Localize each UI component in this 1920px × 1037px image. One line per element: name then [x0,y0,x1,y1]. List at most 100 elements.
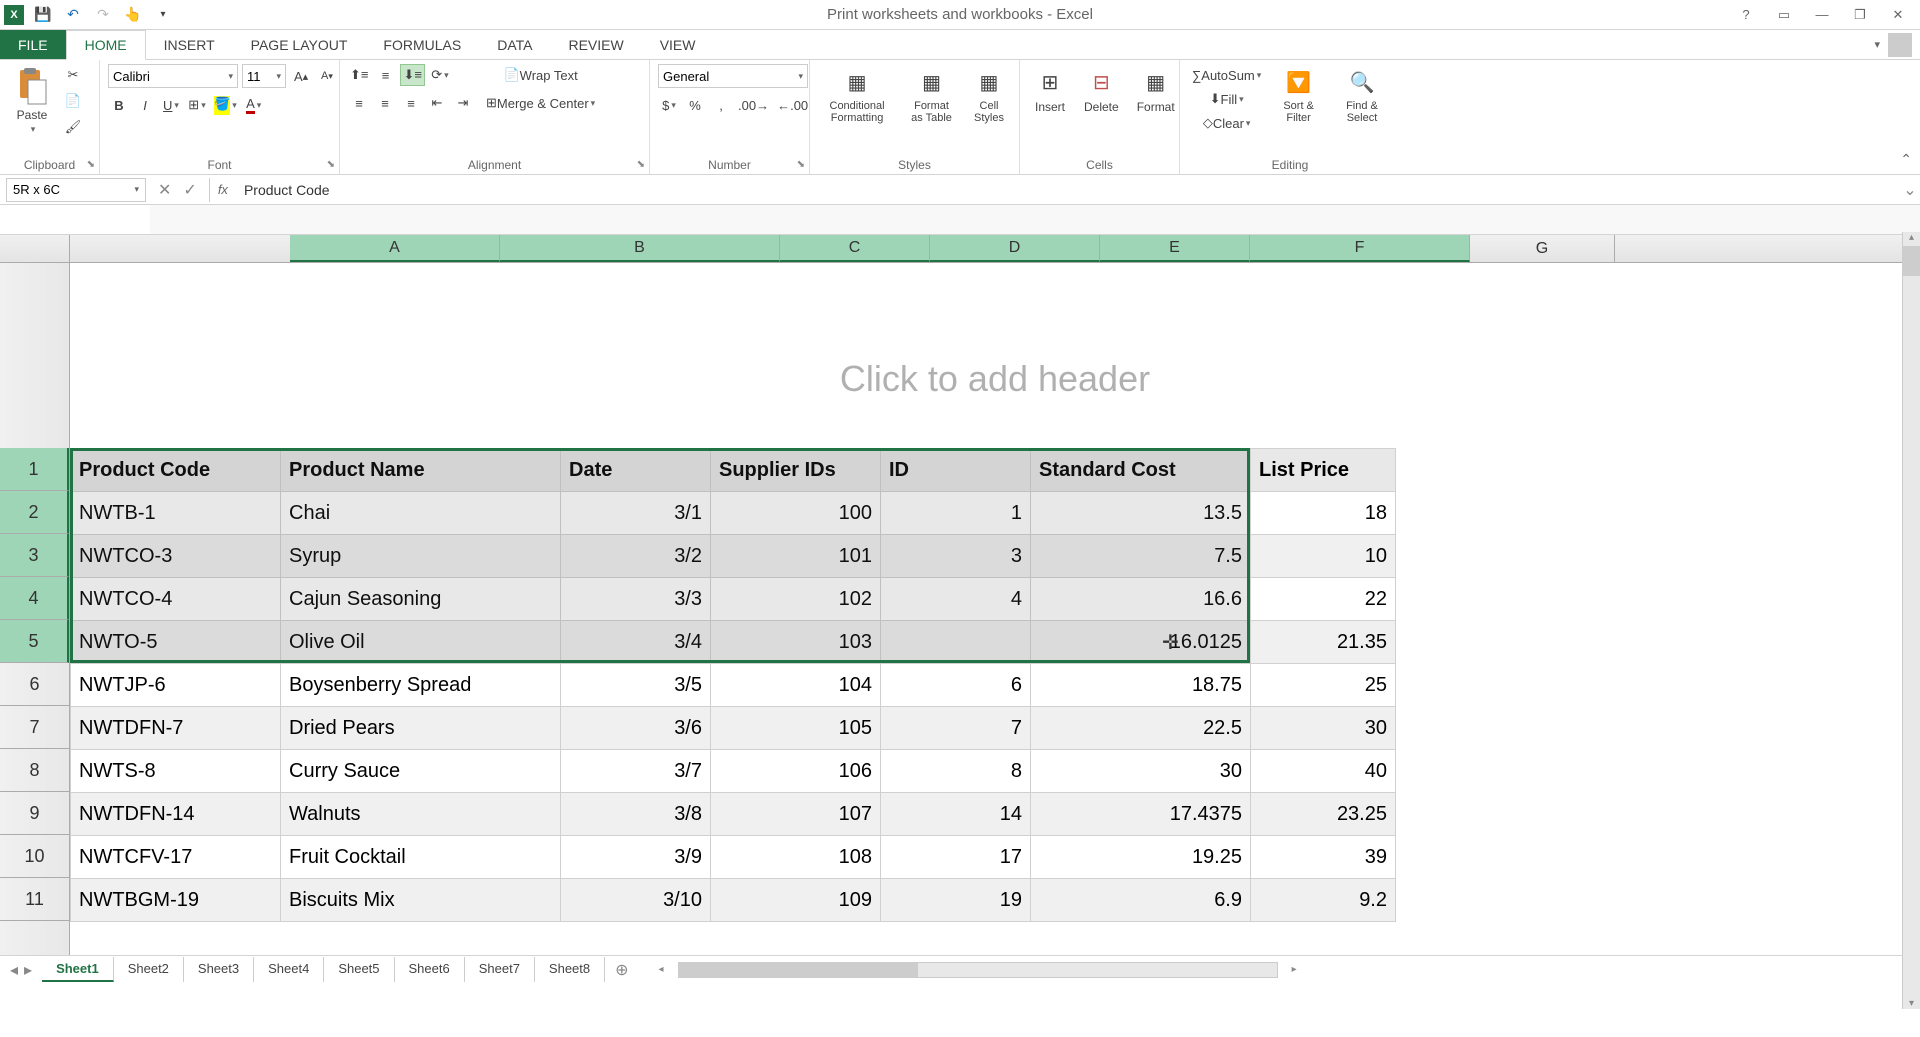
number-format-combo[interactable]: General▾ [658,64,808,88]
table-cell[interactable]: 3/4 [561,621,711,664]
align-left-icon[interactable]: ≡ [348,92,370,114]
table-cell[interactable]: 3 [881,535,1031,578]
tab-home[interactable]: HOME [66,30,146,60]
font-size-combo[interactable]: 11▾ [242,64,286,88]
hscroll-left-icon[interactable]: ◂ [659,964,664,975]
table-header-cell[interactable]: List Price [1251,449,1396,492]
row-header-4[interactable]: 4 [0,577,69,620]
tab-review[interactable]: REVIEW [550,30,641,59]
cut-icon[interactable]: ✂ [62,64,84,86]
maximize-icon[interactable]: ❐ [1848,5,1872,25]
row-header-9[interactable]: 9 [0,792,69,835]
user-avatar[interactable] [1888,33,1912,57]
table-cell[interactable]: Curry Sauce [281,750,561,793]
delete-cells-button[interactable]: ⊟Delete [1078,64,1125,116]
table-cell[interactable]: 3/5 [561,664,711,707]
increase-decimal-icon[interactable]: .00→ [736,94,771,116]
column-header-C[interactable]: C [780,235,930,262]
table-cell[interactable]: Syrup [281,535,561,578]
table-cell[interactable]: NWTDFN-14 [71,793,281,836]
table-cell[interactable]: 105 [711,707,881,750]
new-sheet-button[interactable]: ⊕ [605,960,638,980]
hscroll-right-icon[interactable]: ▸ [1292,964,1297,975]
horizontal-scrollbar[interactable] [678,962,1278,978]
table-cell[interactable]: 22 [1251,578,1396,621]
table-cell[interactable]: 22.5 [1031,707,1251,750]
table-header-cell[interactable]: Standard Cost [1031,449,1251,492]
table-cell[interactable] [881,621,1031,664]
format-cells-button[interactable]: ▦Format [1131,64,1181,116]
table-cell[interactable]: NWTO-5 [71,621,281,664]
table-cell[interactable]: 14 [881,793,1031,836]
font-name-combo[interactable]: Calibri▾ [108,64,238,88]
clipboard-launcher-icon[interactable]: ⬊ [87,159,95,170]
table-cell[interactable]: NWTB-1 [71,492,281,535]
table-header-cell[interactable]: Supplier IDs [711,449,881,492]
alignment-launcher-icon[interactable]: ⬊ [637,159,645,170]
table-cell[interactable]: 107 [711,793,881,836]
table-cell[interactable]: 6 [881,664,1031,707]
align-top-icon[interactable]: ⬆≡ [348,64,370,86]
table-cell[interactable]: 3/1 [561,492,711,535]
tab-insert[interactable]: INSERT [146,30,233,59]
table-cell[interactable]: 19 [881,879,1031,922]
name-box[interactable]: 5R x 6C▾ [6,178,146,202]
fill-color-button[interactable]: 🪣▾ [212,94,239,116]
align-bottom-icon[interactable]: ⬇≡ [400,64,424,86]
enter-formula-icon[interactable]: ✓ [183,180,196,200]
paste-button[interactable]: Paste ▾ [8,64,56,137]
comma-icon[interactable]: , [710,94,732,116]
column-header-A[interactable]: A [290,235,500,262]
table-cell[interactable]: NWTJP-6 [71,664,281,707]
table-cell[interactable]: 17 [881,836,1031,879]
sort-filter-button[interactable]: 🔽Sort & Filter [1271,64,1326,126]
font-launcher-icon[interactable]: ⬊ [327,159,335,170]
column-header-E[interactable]: E [1100,235,1250,262]
table-cell[interactable]: 6.9 [1031,879,1251,922]
redo-icon[interactable]: ↷ [92,4,114,26]
table-cell[interactable]: 17.4375 [1031,793,1251,836]
table-cell[interactable]: 108 [711,836,881,879]
number-launcher-icon[interactable]: ⬊ [797,159,805,170]
table-cell[interactable]: 103 [711,621,881,664]
row-header-1[interactable]: 1 [0,448,69,491]
table-cell[interactable]: 25 [1251,664,1396,707]
table-cell[interactable]: 30 [1031,750,1251,793]
formula-input[interactable]: Product Code [236,182,1900,198]
align-middle-icon[interactable]: ≡ [374,64,396,86]
sheet-tab-sheet1[interactable]: Sheet1 [42,957,114,982]
qat-customize-icon[interactable]: ▾ [152,4,174,26]
row-header-11[interactable]: 11 [0,878,69,921]
sheet-tab-sheet7[interactable]: Sheet7 [465,957,535,982]
table-cell[interactable]: 3/9 [561,836,711,879]
table-cell[interactable]: 109 [711,879,881,922]
format-as-table-button[interactable]: ▦Format as Table [902,64,961,126]
table-cell[interactable]: 7.5 [1031,535,1251,578]
help-icon[interactable]: ? [1734,5,1758,25]
decrease-indent-icon[interactable]: ⇤ [426,92,448,114]
table-cell[interactable]: Walnuts [281,793,561,836]
format-painter-icon[interactable]: 🖌 [62,116,84,138]
table-cell[interactable]: Olive Oil [281,621,561,664]
fx-icon[interactable]: fx [210,182,236,197]
worksheet-area[interactable]: 1234567891011 Click to add header Produc… [0,263,1920,955]
tab-view[interactable]: VIEW [642,30,714,59]
column-header-G[interactable]: G [1470,235,1615,262]
table-cell[interactable]: 100 [711,492,881,535]
minimize-icon[interactable]: — [1810,5,1834,25]
table-header-cell[interactable]: ID [881,449,1031,492]
table-cell[interactable]: 39 [1251,836,1396,879]
expand-formula-icon[interactable]: ⌄ [1900,180,1920,200]
table-header-cell[interactable]: Product Code [71,449,281,492]
table-cell[interactable]: NWTS-8 [71,750,281,793]
autosum-button[interactable]: ∑ AutoSum▾ [1188,64,1265,86]
insert-cells-button[interactable]: ⊞Insert [1028,64,1072,116]
row-header-6[interactable]: 6 [0,663,69,706]
row-header-2[interactable]: 2 [0,491,69,534]
ribbon-display-icon[interactable]: ▭ [1772,5,1796,25]
table-cell[interactable]: Chai [281,492,561,535]
table-cell[interactable]: 19.25 [1031,836,1251,879]
table-cell[interactable]: 101 [711,535,881,578]
italic-button[interactable]: I [134,94,156,116]
sheet-tab-sheet8[interactable]: Sheet8 [535,957,605,982]
